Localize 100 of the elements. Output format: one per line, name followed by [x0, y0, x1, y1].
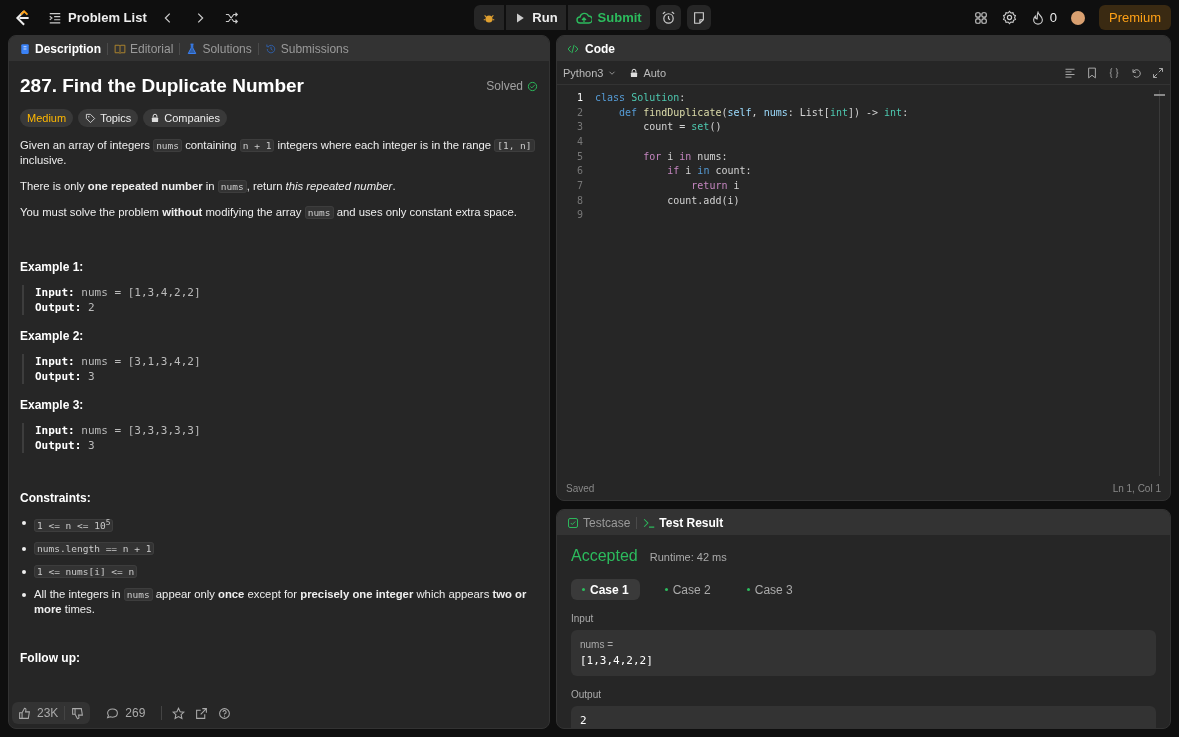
help-icon[interactable]	[218, 706, 232, 720]
status-dot	[582, 588, 585, 591]
status-dot	[746, 588, 750, 591]
verdict-label: Accepted	[571, 547, 638, 565]
premium-button[interactable]: Premium	[1099, 5, 1171, 30]
debug-button[interactable]	[474, 5, 505, 30]
share-icon[interactable]	[195, 706, 209, 720]
example-heading: Example 2:	[20, 329, 85, 343]
example-line: Input: nums = [1,3,4,2,2]	[35, 285, 202, 300]
line-number: 4	[575, 135, 583, 147]
solved-label: Solved	[486, 79, 523, 93]
code-line: count.add(i)	[666, 194, 740, 206]
description-paragraph: There is only one repeated number in nums , return this repeated number.	[20, 179, 397, 194]
bullet	[22, 570, 26, 575]
problem-list-button[interactable]: Problem List	[48, 10, 147, 25]
case-tab[interactable]: Case 3	[735, 579, 804, 600]
notes-button[interactable]	[686, 5, 711, 30]
bullet	[22, 521, 26, 525]
bullet	[22, 593, 26, 598]
code-icon	[567, 42, 579, 55]
panel-tab[interactable]: Submissions	[264, 41, 349, 56]
star-icon[interactable]	[172, 706, 186, 720]
line-number: 1	[575, 91, 583, 103]
line-number: 5	[575, 150, 583, 162]
panel-title: Code	[585, 41, 615, 56]
braces-icon[interactable]	[1108, 66, 1120, 79]
line-number: 6	[575, 165, 583, 177]
cursor-position: Ln 1, Col 1	[1112, 482, 1161, 494]
problem-title: 287. Find the Duplicate Number	[20, 75, 304, 97]
example-heading: Example 3:	[20, 398, 85, 412]
grid-icon[interactable]	[973, 10, 988, 25]
reset-icon[interactable]	[1130, 66, 1142, 79]
panel-tab[interactable]: Editorial	[114, 41, 174, 56]
example-line: Input: nums = [3,1,3,4,2]	[35, 354, 202, 369]
code-line: for i in nums:	[642, 150, 728, 162]
terminal-icon	[643, 516, 656, 529]
case-tab[interactable]: Case 1	[571, 579, 640, 600]
line-number: 2	[575, 106, 583, 118]
code-line: count = set()	[642, 121, 722, 133]
logo-icon[interactable]	[14, 8, 32, 27]
note-icon	[691, 10, 706, 25]
bullet	[22, 547, 26, 552]
constraint-text: 1 <= nums[i] <= n	[34, 564, 138, 580]
example-heading: Example 1:	[20, 260, 85, 274]
code-line: class Solution:	[595, 91, 686, 103]
avatar[interactable]	[1071, 10, 1085, 25]
language-dropdown[interactable]: Python3	[563, 66, 618, 79]
panel-tab[interactable]: Testcase	[567, 515, 631, 530]
lock-icon	[150, 113, 161, 123]
panel-tab[interactable]: Solutions	[186, 41, 252, 56]
line-number: 3	[575, 121, 583, 133]
document-icon	[19, 42, 31, 55]
line-number: 8	[575, 194, 583, 206]
runtime-label: Runtime: 42 ms	[649, 551, 727, 563]
output-label: Output	[571, 689, 603, 700]
expand-icon[interactable]	[1152, 66, 1164, 79]
input-value: [1,3,4,2,2]	[580, 654, 654, 667]
code-line: if i in count:	[666, 165, 752, 177]
companies-button[interactable]: Companies	[143, 109, 227, 127]
description-paragraph: Given an array of integers nums containing n + 1 integers where each integer is in the range [1, n] inclusive.	[20, 138, 538, 168]
example-line: Output: 3	[35, 438, 96, 453]
description-paragraph: You must solve the problem without modifying the array nums and uses only constant extra space.	[20, 205, 518, 220]
comments-button[interactable]: 269	[100, 702, 152, 724]
checkbox-icon	[567, 516, 579, 529]
timer-button[interactable]	[655, 5, 681, 30]
list-icon	[48, 10, 62, 25]
check-circle-icon	[527, 80, 538, 92]
save-status: Saved	[566, 482, 595, 494]
input-label: Input	[571, 613, 595, 624]
settings-icon[interactable]	[1001, 10, 1017, 25]
line-number: 7	[575, 179, 583, 191]
thumbs-down-icon	[71, 706, 85, 720]
code-line: def findDuplicate(self, nums: List[int]) -> int:	[618, 106, 909, 118]
comment-icon	[106, 706, 120, 720]
status-dot	[664, 588, 668, 591]
thumbs-up-icon	[18, 706, 31, 720]
output-value: 2	[580, 714, 588, 727]
flask-icon	[186, 42, 199, 55]
streak-count: 0	[1049, 10, 1057, 25]
panel-tab[interactable]: Description	[19, 41, 101, 56]
shuffle-icon	[224, 10, 239, 25]
book-icon	[114, 42, 126, 55]
flame-icon[interactable]	[1030, 10, 1045, 25]
topics-button[interactable]: Topics	[78, 109, 139, 127]
history-icon	[264, 42, 277, 55]
bookmark-icon[interactable]	[1086, 66, 1098, 79]
scrollbar-thumb[interactable]	[1154, 94, 1165, 96]
case-tab[interactable]: Case 2	[653, 579, 722, 600]
panel-tab[interactable]: Test Result	[643, 515, 724, 530]
format-icon[interactable]	[1064, 66, 1076, 79]
example-line: Output: 2	[35, 300, 96, 315]
constraint-text: All the integers in nums appear only once except for precisely one integer which appears two or more times.	[34, 587, 528, 618]
alarm-clock-icon	[660, 10, 676, 25]
constraint-text: nums.length == n + 1	[34, 541, 155, 557]
example-line: Output: 3	[35, 369, 96, 384]
lock-icon	[629, 67, 640, 78]
submit-button[interactable]: Submit	[567, 5, 650, 30]
example-line: Input: nums = [3,3,3,3,3]	[35, 423, 202, 438]
run-button[interactable]: Run	[506, 5, 566, 30]
line-number: 9	[575, 209, 583, 221]
